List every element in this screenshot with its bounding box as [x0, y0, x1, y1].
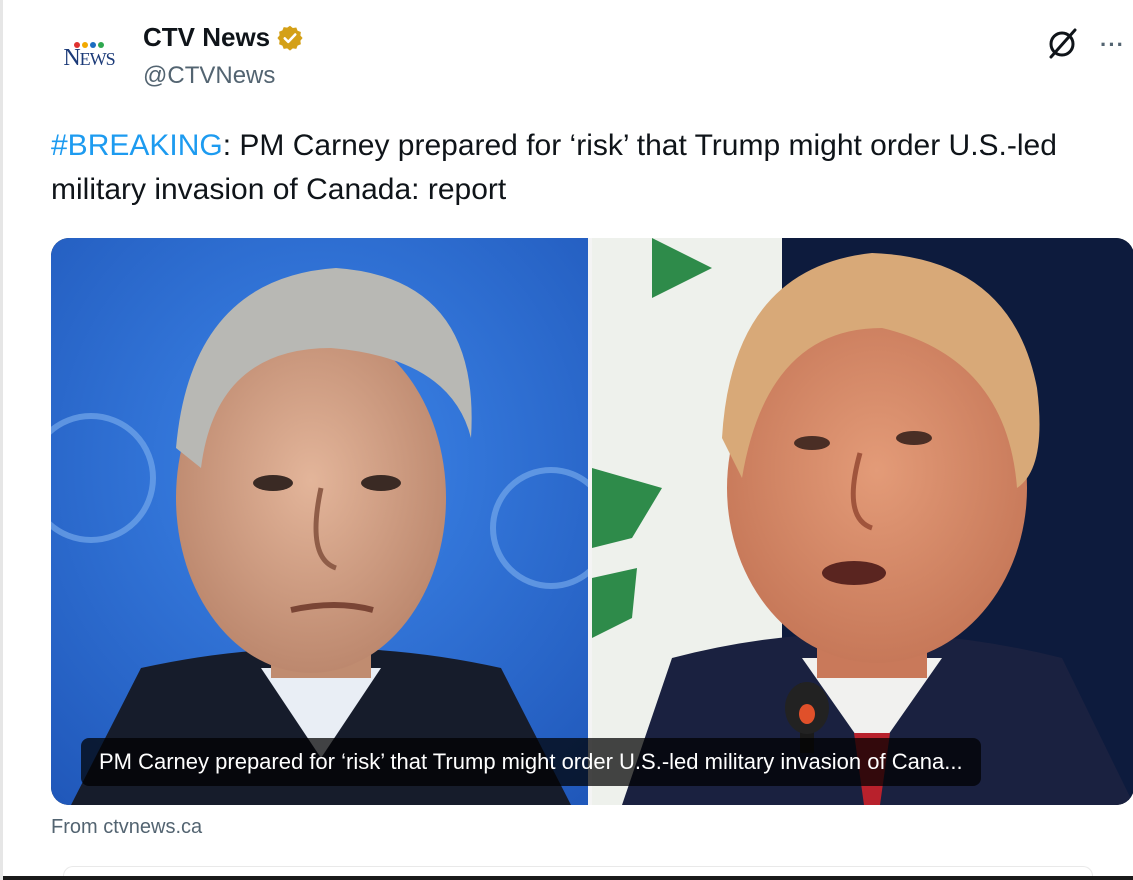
link-card-image[interactable]: PM Carney prepared for ‘risk’ that Trump…	[51, 238, 1133, 805]
more-options-icon[interactable]: ···	[1100, 34, 1125, 56]
hashtag-link[interactable]: #BREAKING	[51, 129, 223, 162]
tweet-text: #BREAKING: PM Carney prepared for ‘risk’…	[51, 124, 1121, 212]
link-source[interactable]: From ctvnews.ca	[51, 816, 202, 839]
account-name-row[interactable]: CTV News	[143, 22, 304, 53]
trump-photo	[592, 238, 1133, 805]
ctv-news-logo: NEWS	[63, 45, 115, 71]
grok-icon[interactable]	[1045, 26, 1079, 60]
bottom-divider	[3, 876, 1133, 880]
account-avatar[interactable]: NEWS	[53, 30, 125, 82]
verified-badge-icon	[277, 25, 303, 51]
link-card-caption[interactable]: PM Carney prepared for ‘risk’ that Trump…	[81, 738, 981, 786]
next-card-edge	[63, 866, 1093, 876]
tweet-frame: NEWS CTV News @CTVNews ··· #BREAKING: PM…	[0, 0, 1133, 880]
account-handle[interactable]: @CTVNews	[143, 62, 275, 90]
display-name[interactable]: CTV News	[143, 22, 270, 53]
carney-photo	[51, 238, 588, 805]
